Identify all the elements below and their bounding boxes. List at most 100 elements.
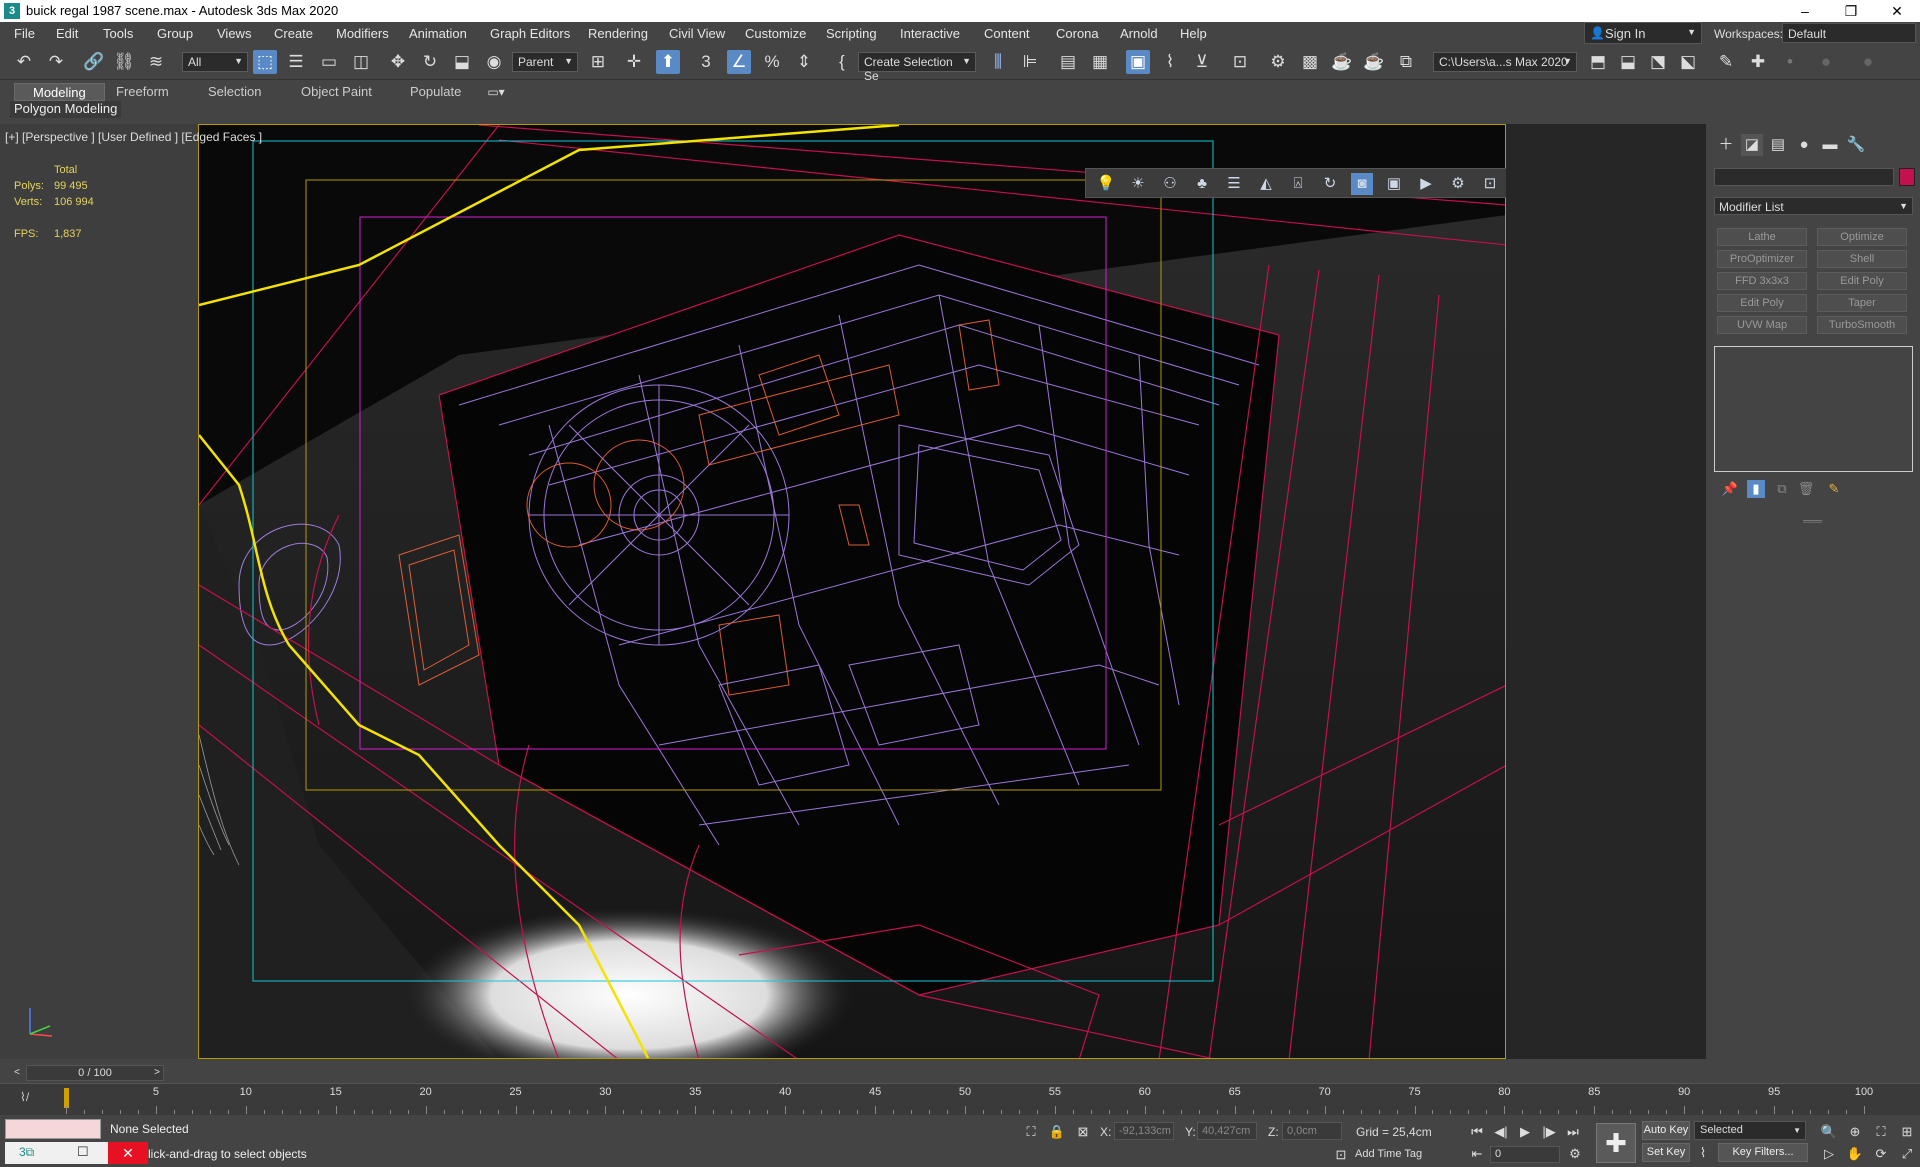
modifier-shell-button[interactable]: Shell [1817,250,1907,268]
snaps-toggle-icon[interactable]: 3 [694,50,718,74]
create-anim-layer-icon[interactable]: ⬒ [1586,50,1610,74]
display-tab-icon[interactable]: ▬ [1819,134,1841,156]
modifier-uvw-map-button[interactable]: UVW Map [1717,316,1807,334]
pan-view-icon[interactable]: ✋ [1846,1145,1864,1163]
key-mode-icon[interactable]: ⇤ [1468,1145,1486,1163]
set-keys-icon[interactable]: ✚ [1596,1123,1636,1163]
layer-explorer-icon[interactable]: ▦ [1088,50,1112,74]
object-color-swatch[interactable] [1899,168,1915,186]
tab-selection[interactable]: Selection [190,83,279,101]
window-task-icon[interactable]: ☐ [77,1144,89,1160]
menu-views[interactable]: Views [217,26,251,41]
frame-icon[interactable]: ⍓ [1287,173,1309,195]
curve-editor-icon[interactable]: ⌇ [1158,50,1182,74]
max-task-icon[interactable]: 3⧉ [19,1145,34,1160]
window-crossing-icon[interactable]: ◫ [349,50,373,74]
preview-icon[interactable]: ◙ [1351,173,1373,195]
brush-icon[interactable]: ✎ [1714,50,1738,74]
perspective-viewport[interactable] [198,124,1506,1059]
region-icon[interactable]: ▣ [1383,173,1405,195]
modifier-ffd-button[interactable]: FFD 3x3x3 [1717,272,1807,290]
remove-modifier-icon[interactable]: 🗑 [1797,480,1815,498]
material-editor-icon[interactable]: ⊡ [1228,50,1252,74]
rectangular-selection-icon[interactable]: ▭ [317,50,341,74]
link-icon[interactable]: 🔗 [82,50,106,74]
time-slider[interactable]: 0 / 100 [26,1065,164,1081]
menu-group[interactable]: Group [157,26,193,41]
angle-snap-icon[interactable]: ∠ [727,50,751,74]
auto-key-button[interactable]: Auto Key [1642,1121,1690,1140]
next-frame-icon[interactable]: |▶ [1540,1123,1558,1141]
menu-modifiers[interactable]: Modifiers [336,26,389,41]
play-render-icon[interactable]: ▶ [1415,173,1437,195]
time-slider-prev-icon[interactable]: < [8,1065,26,1081]
anim-layer-three-icon[interactable]: ⬕ [1676,50,1700,74]
settings-icon[interactable]: ⚙ [1447,173,1469,195]
workspace-select[interactable]: Default [1782,23,1916,43]
zoom-extents-all-icon[interactable]: ⊞ [1898,1123,1916,1141]
zoom-all-icon[interactable]: ⊕ [1846,1123,1864,1141]
key-selection-dropdown[interactable]: Selected ▼ [1694,1121,1806,1140]
menu-civil-view[interactable]: Civil View [669,26,725,41]
select-manipulate-icon[interactable]: ✛ [622,50,646,74]
menu-rendering[interactable]: Rendering [588,26,648,41]
hierarchy-tab-icon[interactable]: ▤ [1767,134,1789,156]
undo-icon[interactable]: ↶ [12,50,36,74]
add-tool-icon[interactable]: ✚ [1746,50,1770,74]
sign-in-dropdown[interactable]: 👤 Sign In ▼ [1584,22,1702,44]
play-icon[interactable]: ▶ [1516,1123,1534,1141]
menu-animation[interactable]: Animation [409,26,467,41]
rotate-icon[interactable]: ↻ [418,50,442,74]
ribbon-toggle-icon[interactable]: ▣ [1126,50,1150,74]
modifier-lathe-button[interactable]: Lathe [1717,228,1807,246]
time-slider-next-icon[interactable]: > [148,1065,166,1081]
safe-frame-icon[interactable]: ⊡ [1479,173,1501,195]
previous-frame-icon[interactable]: ◀| [1492,1123,1510,1141]
make-unique-icon[interactable]: ⧉ [1773,480,1791,498]
modifier-optimize-button[interactable]: Optimize [1817,228,1907,246]
y-coordinate-field[interactable]: 40,427cm [1197,1122,1257,1140]
go-to-start-icon[interactable]: ⏮ [1468,1123,1486,1141]
motion-tab-icon[interactable]: ● [1793,134,1815,156]
modifier-stack[interactable] [1714,346,1913,472]
camera-icon[interactable]: ⚇ [1159,173,1181,195]
pin-stack-icon[interactable]: 📌 [1721,480,1739,498]
modifier-edit-poly-button[interactable]: Edit Poly [1817,272,1907,290]
select-by-name-icon[interactable]: ☰ [284,50,308,74]
sun-icon[interactable]: ☀ [1127,173,1149,195]
align-icon[interactable]: ⊫ [1018,50,1042,74]
mirror-icon[interactable]: ⫼ [986,50,1010,74]
render-setup-icon[interactable]: ⚙ [1266,50,1290,74]
close-task-icon[interactable]: ✕ [108,1142,148,1164]
move-icon[interactable]: ✥ [386,50,410,74]
menu-scripting[interactable]: Scripting [826,26,877,41]
x-coordinate-field[interactable]: -92,133cm [1114,1122,1174,1140]
default-in-out-tangents-icon[interactable]: ⌇ [1694,1144,1712,1162]
playhead[interactable] [64,1088,69,1108]
menu-create[interactable]: Create [274,26,313,41]
time-config-icon[interactable]: ⚙ [1566,1145,1584,1163]
menu-file[interactable]: File [14,26,35,41]
key-filters-button[interactable]: Key Filters... [1718,1143,1808,1162]
tree-icon[interactable]: ♣ [1191,173,1213,195]
scene-explorer-icon[interactable]: ▤ [1056,50,1080,74]
modifier-prooptimizer-button[interactable]: ProOptimizer [1717,250,1807,268]
anim-layer-icon[interactable]: ⬓ [1616,50,1640,74]
percent-snap-icon[interactable]: % [760,50,784,74]
scale-icon[interactable]: ⬓ [450,50,474,74]
rendered-frame-window-icon[interactable]: ▩ [1298,50,1322,74]
current-frame-field[interactable]: 0 [1490,1146,1560,1163]
track-bar[interactable]: ⌇/ 5 10 15 20 25 30 35 40 45 50 55 60 65 70 75 80 85 90 95… [0,1083,1920,1115]
field-of-view-icon[interactable]: ▷ [1820,1145,1838,1163]
pivot-center-icon[interactable]: ⊞ [586,50,610,74]
project-folder-dropdown[interactable]: C:\Users\a...s Max 2020 ▼ [1433,52,1577,72]
menu-help[interactable]: Help [1180,26,1207,41]
modifier-edit-poly-2-button[interactable]: Edit Poly [1717,294,1807,312]
menu-customize[interactable]: Customize [745,26,806,41]
modifier-turbosmooth-button[interactable]: TurboSmooth [1817,316,1907,334]
reference-coordinate-dropdown[interactable]: Parent ▼ [512,52,578,72]
panel-grip-icon[interactable]: ═══ [1803,516,1822,526]
refresh-icon[interactable]: ↻ [1319,173,1341,195]
maximize-button[interactable]: ❐ [1828,0,1874,22]
light-bulb-icon[interactable]: 💡 [1095,173,1117,195]
